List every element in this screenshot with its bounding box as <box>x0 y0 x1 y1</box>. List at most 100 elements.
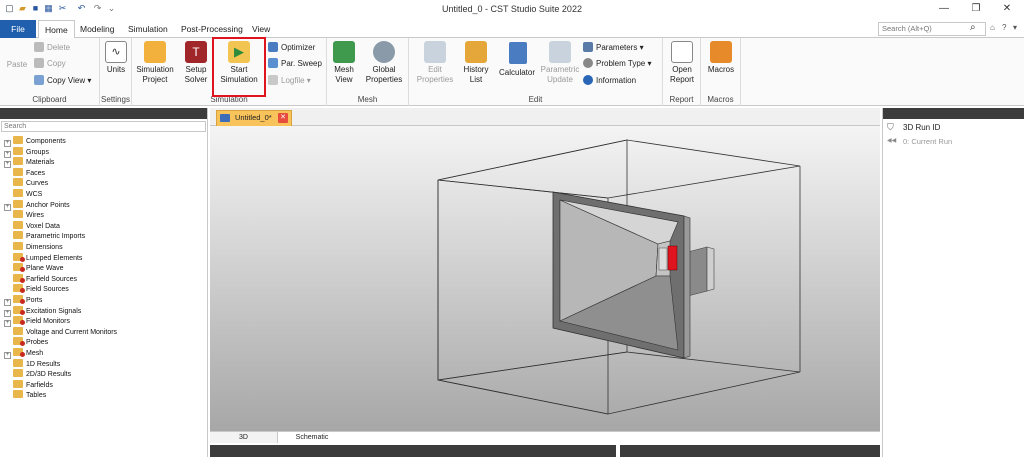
tab-post-processing[interactable]: Post-Processing <box>175 20 249 38</box>
tree-item[interactable]: + Materials <box>4 157 55 169</box>
tree-item[interactable]: Probes <box>4 337 48 348</box>
setup-solver-button[interactable]: T Setup Solver <box>180 41 212 85</box>
units-button[interactable]: ∿ Units <box>103 41 129 75</box>
tab-simulation[interactable]: Simulation <box>122 20 174 38</box>
tree-item[interactable]: + Groups <box>4 146 49 158</box>
close-tab-icon[interactable]: ✕ <box>278 113 288 123</box>
collapse-ribbon-icon[interactable]: ⌂ <box>990 23 995 32</box>
tree-item[interactable]: + Anchor Points <box>4 199 70 211</box>
current-run-item[interactable]: 0: Current Run <box>903 137 952 146</box>
open-report-icon <box>671 41 693 63</box>
tree-item-label: Plane Wave <box>26 265 64 273</box>
history-list-button[interactable]: History List <box>461 41 491 85</box>
tree-item[interactable]: 2D/3D Results <box>4 369 71 380</box>
tab-modeling[interactable]: Modeling <box>74 20 121 38</box>
delete-button[interactable]: Delete <box>34 41 70 55</box>
maximize-icon[interactable]: ❐ <box>968 2 984 16</box>
3d-viewport[interactable] <box>210 126 880 431</box>
folder-icon <box>13 379 23 388</box>
minimize-icon[interactable]: — <box>936 2 952 16</box>
tree-item[interactable]: Farfields <box>4 379 53 391</box>
ribbon-tab-bar: File Home Modeling Simulation Post-Proce… <box>0 20 1024 39</box>
tree-item[interactable]: WCS <box>4 189 42 200</box>
tree-item[interactable]: Parametric Imports <box>4 231 85 242</box>
tree-item[interactable]: Lumped Elements <box>4 252 82 264</box>
help-icon[interactable]: ? <box>1002 23 1006 32</box>
parametric-update-button[interactable]: Parametric Update <box>539 41 581 85</box>
setup-solver-icon: T <box>185 41 207 63</box>
tree-item[interactable]: Tables <box>4 390 46 401</box>
ribbon: Paste Delete Copy Copy View ▾ Clipboard … <box>0 38 1024 106</box>
tree-item[interactable]: + Ports <box>4 295 42 306</box>
tree-item[interactable]: Voltage and Current Monitors <box>4 326 118 338</box>
optimizer-button[interactable]: Optimizer <box>268 41 315 55</box>
paste-button[interactable]: Paste <box>4 60 30 70</box>
calculator-icon <box>509 42 527 64</box>
copy-icon <box>34 58 44 68</box>
parameters-button[interactable]: Parameters ▾ <box>583 41 644 55</box>
tree-item[interactable]: Curves <box>4 178 48 189</box>
folder-icon <box>13 157 23 166</box>
macros-button[interactable]: Macros <box>705 41 737 75</box>
tree-item[interactable]: Faces <box>4 167 45 179</box>
parametric-update-icon <box>549 41 571 63</box>
tree-item[interactable]: Dimensions <box>4 242 63 253</box>
folder-icon <box>13 390 23 399</box>
search-icon[interactable]: ⌕ <box>970 22 976 33</box>
mesh-view-button[interactable]: Mesh View <box>329 41 359 85</box>
open-report-button[interactable]: Open Report <box>665 41 699 85</box>
tab-file[interactable]: File <box>0 20 36 38</box>
tree-item-label: Voltage and Current Monitors <box>26 328 118 336</box>
tree-item-label: Tables <box>26 392 47 400</box>
problem-type-button[interactable]: Problem Type ▾ <box>583 57 651 71</box>
global-properties-button[interactable]: Global Properties <box>361 41 407 85</box>
calculator-button[interactable]: Calculator <box>496 68 538 78</box>
tree-item-label: Voxel Data <box>26 222 60 230</box>
tree-item[interactable]: 1D Results <box>4 358 60 370</box>
edit-properties-button[interactable]: Edit Properties <box>413 41 457 85</box>
clipboard-group-label: Clipboard <box>32 95 67 104</box>
tree-search-input[interactable]: Search <box>1 121 206 132</box>
clipboard-group: Paste Delete Copy Copy View ▾ Clipboard <box>0 38 100 106</box>
tree-item-label: Materials <box>26 159 55 167</box>
close-icon[interactable]: ✕ <box>999 2 1015 16</box>
bottom-panels <box>210 443 880 457</box>
logfile-button[interactable]: Logfile ▾ <box>268 74 311 88</box>
tree-item[interactable]: Wires <box>4 210 44 221</box>
tree-item[interactable]: Plane Wave <box>4 263 63 274</box>
tree-item[interactable]: Voxel Data <box>4 220 60 232</box>
tree-item[interactable]: + Field Monitors <box>4 316 70 328</box>
mesh-group: Mesh View Global Properties Mesh <box>327 38 409 106</box>
folder-icon <box>13 146 23 155</box>
folder-icon <box>13 284 25 294</box>
copy-button[interactable]: Copy <box>34 57 66 71</box>
simulation-project-button[interactable]: Simulation Project <box>134 41 176 85</box>
navigation-tree-panel: Search + Components + Groups + Materials Faces… <box>0 108 208 457</box>
tree-item[interactable]: + Components <box>4 136 66 147</box>
copy-view-button[interactable]: Copy View ▾ <box>34 74 91 88</box>
tree-item[interactable]: + Mesh <box>4 348 43 359</box>
filter-icon[interactable]: ⛉ <box>887 122 894 133</box>
folder-icon <box>13 231 23 240</box>
tree-item[interactable]: Farfield Sources <box>4 273 77 285</box>
folder-icon <box>13 252 25 262</box>
par-sweep-button[interactable]: Par. Sweep <box>268 57 322 71</box>
tab-home[interactable]: Home <box>38 20 75 39</box>
tree-item[interactable]: + Excitation Signals <box>4 305 81 317</box>
delete-icon <box>34 42 44 52</box>
tree-item-label: 2D/3D Results <box>26 371 72 379</box>
tree-item-label: Field Sources <box>26 286 69 294</box>
options-icon[interactable]: ▾ <box>1013 23 1017 32</box>
copy-view-icon <box>34 75 44 85</box>
tree-item-label: Components <box>26 138 66 145</box>
folder-icon <box>13 199 23 208</box>
navigation-tree-header <box>0 108 207 119</box>
tree-item[interactable]: Field Sources <box>4 284 69 295</box>
problem-type-icon <box>583 58 593 68</box>
information-button[interactable]: Information <box>583 74 636 88</box>
report-group-label: Report <box>669 95 694 104</box>
document-tab[interactable]: Untitled_0* ✕ <box>216 110 292 126</box>
window-title: Untitled_0 - CST Studio Suite 2022 <box>442 4 582 14</box>
tree-item-label: Farfields <box>26 381 53 389</box>
tab-view[interactable]: View <box>246 20 276 38</box>
